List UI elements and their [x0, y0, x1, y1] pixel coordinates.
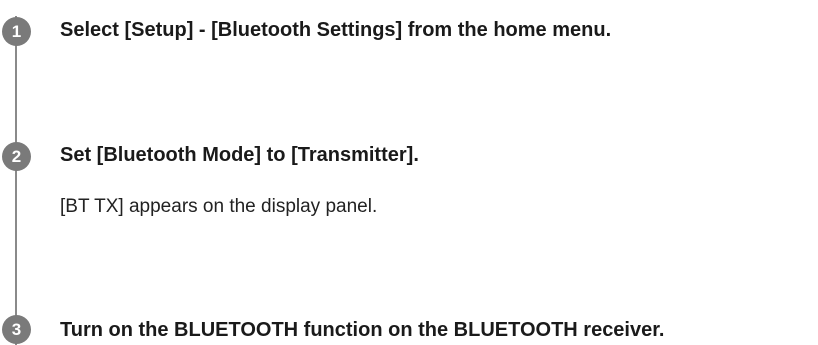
step-number-badge: 1 — [2, 17, 31, 46]
step-list: 1 Select [Setup] - [Bluetooth Settings] … — [0, 0, 818, 345]
step-heading: Set [Bluetooth Mode] to [Transmitter]. — [60, 144, 419, 166]
step-number-badge: 3 — [2, 315, 31, 344]
step-description: [BT TX] appears on the display panel. — [60, 196, 378, 217]
step-number-badge: 2 — [2, 142, 31, 171]
step-heading: Turn on the BLUETOOTH function on the BL… — [60, 319, 665, 341]
step-heading: Select [Setup] - [Bluetooth Settings] fr… — [60, 19, 612, 41]
timeline-line — [15, 16, 17, 345]
